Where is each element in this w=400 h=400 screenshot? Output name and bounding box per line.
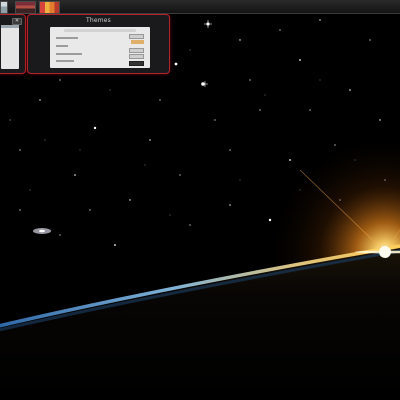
window-icon[interactable] (0, 1, 8, 14)
taskbar (0, 0, 400, 14)
chart-icon[interactable] (39, 1, 60, 14)
image-viewer-icon[interactable] (15, 1, 36, 14)
window-preview (50, 27, 150, 68)
window-preview (1, 25, 19, 69)
close-icon[interactable]: ✕ (12, 18, 22, 25)
window-thumbnail-1[interactable]: ✕ (0, 14, 26, 74)
thumbnail-title: Themes (85, 17, 112, 24)
window-thumbnail-themes[interactable]: Themes (27, 14, 170, 74)
